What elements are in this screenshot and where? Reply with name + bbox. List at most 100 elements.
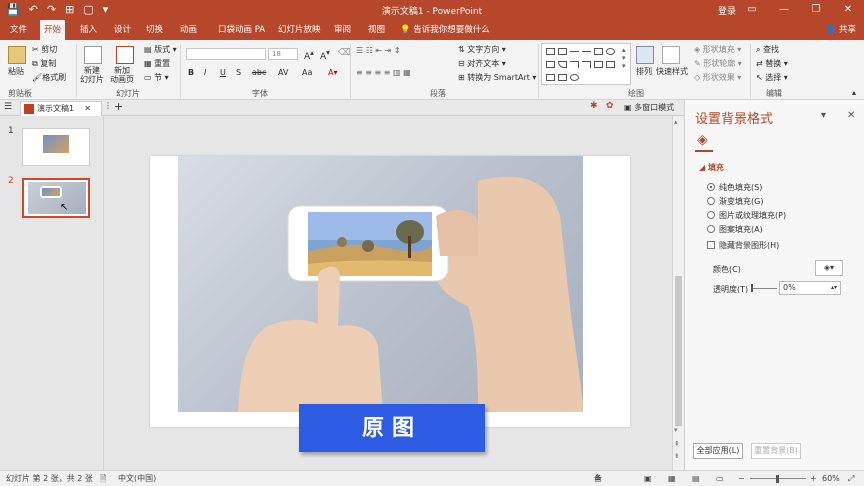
zoom-out-icon[interactable]: − [738,471,745,486]
layout-button[interactable]: ▤ 版式 ▾ [144,44,177,55]
grow-font-icon[interactable]: A▴ [304,48,314,62]
tab-file[interactable]: 文件 [6,20,31,40]
shape-outline-button[interactable]: ✎ 形状轮廓 ▾ [694,58,742,69]
next-slide-icon[interactable]: ⇟ [674,452,680,460]
color-picker-button[interactable]: ◈▾ [815,260,843,276]
new-tab-icon[interactable]: + [114,100,123,113]
shape-down-arrow-icon[interactable] [606,61,615,68]
align-text-button[interactable]: ⊟ 对齐文本 ▾ [458,58,506,69]
login-link[interactable]: 登录 [718,4,736,17]
shape-elbow-icon[interactable] [570,61,579,68]
replace-button[interactable]: ⇄ 替换 ▾ [756,58,788,69]
change-case-button[interactable]: Aa [302,68,312,77]
shape-triangle-icon[interactable] [558,61,567,68]
shape-brace2-icon[interactable] [558,74,567,81]
close-tab-icon[interactable]: ✕ [84,102,91,115]
select-button[interactable]: ↖ 选择 ▾ [756,72,788,83]
shape-arrow-icon[interactable] [582,51,591,52]
strikethrough-button[interactable]: abc [252,68,266,77]
quick-styles-button[interactable]: 快速样式 [656,66,688,77]
slideshow-icon[interactable]: ▭ [716,471,724,486]
new-animation-page-icon[interactable] [116,46,134,64]
slide-sorter-icon[interactable]: ▦ [668,471,676,486]
tab-view[interactable]: 视图 [364,20,389,40]
slide-photo[interactable] [178,156,583,412]
radio[interactable] [707,225,715,233]
apply-to-all-button[interactable]: 全部应用(L) [693,443,743,459]
align-icons[interactable]: ≡ ≡ ≡ ≡ ▥ ▦ [356,68,411,77]
radio[interactable] [707,211,715,219]
tab-transitions[interactable]: 切换 [142,20,167,40]
font-name-input[interactable] [186,48,266,60]
shape-oval-icon[interactable] [606,48,615,55]
vertical-scrollbar[interactable]: ▴ ▾ ⇞ ⇟ [672,116,684,470]
shape-star-icon[interactable] [570,74,579,81]
scroll-down-icon[interactable]: ▾ [674,426,678,434]
cut-button[interactable]: ✂ 剪切 [32,44,57,55]
restore-icon[interactable]: ❐ [800,0,832,20]
shape-fill-button[interactable]: ◈ 形状填充 ▾ [694,44,741,55]
copy-button[interactable]: ⧉ 复制 [32,58,56,69]
paste-icon[interactable] [8,46,26,64]
smartart-button[interactable]: ⊞ 转换为 SmartArt ▾ [458,72,536,83]
slide-thumbnail-1[interactable] [22,128,90,166]
tab-more-icon[interactable]: ⋮ [104,101,112,110]
shape-rect-icon[interactable] [594,48,603,55]
tab-animations[interactable]: 动画 [176,20,201,40]
shape-line-icon[interactable] [570,51,579,52]
shadow-button[interactable]: S [236,68,241,77]
addin-icon[interactable]: ✱ [590,101,598,111]
shape-effect-button[interactable]: ◇ 形状效果 ▾ [694,72,741,83]
gallery-more-icon[interactable]: ▴ ▾ ▾ [622,46,626,70]
slide-thumbnail-2[interactable]: ↖ [22,178,90,218]
new-slide-button[interactable]: 新建 幻灯片 [80,66,104,84]
settings-icon[interactable]: ✿ [606,101,614,111]
fill-icon[interactable]: ◈ [697,132,708,148]
solid-fill-option[interactable]: 纯色填充(S) [707,182,762,193]
minimize-icon[interactable]: — [768,0,800,20]
spinner-icon[interactable]: ▴▾ [831,282,837,294]
scroll-thumb[interactable] [675,276,682,426]
italic-button[interactable]: I [204,68,206,77]
doc-list-icon[interactable]: ☰ [4,102,12,112]
slider-handle[interactable] [751,284,753,292]
font-color-icon[interactable]: A▾ [328,68,338,77]
close-icon[interactable]: ✕ [832,0,864,20]
reset-background-button[interactable]: 重置背景(B) [751,443,801,459]
underline-button[interactable]: U [220,68,226,77]
gradient-fill-option[interactable]: 渐变填充(G) [707,196,763,207]
tab-slideshow[interactable]: 幻灯片放映 [274,20,325,40]
find-button[interactable]: ⌕ 查找 [756,44,779,55]
shrink-font-icon[interactable]: A▾ [320,48,330,62]
reset-button[interactable]: ▦ 重置 [144,58,170,69]
format-painter-button[interactable]: 🖌格式刷 [32,72,66,83]
share-button[interactable]: 👤 共享 [826,20,856,40]
char-spacing-button[interactable]: AV [278,68,288,77]
quick-styles-icon[interactable] [662,46,680,64]
prev-slide-icon[interactable]: ⇞ [674,440,680,448]
transparency-input[interactable]: 0% ▴▾ [779,281,841,295]
document-tab[interactable]: 演示文稿1 ✕ [20,101,102,116]
checkbox[interactable] [707,241,715,249]
picture-fill-option[interactable]: 图片或纹理填充(P) [707,210,786,221]
shape-gallery[interactable]: ▴ ▾ ▾ [541,43,631,85]
radio[interactable] [707,183,715,191]
paste-button[interactable]: 粘贴 [8,66,24,77]
new-slide-icon[interactable] [84,46,102,64]
shape-elbow2-icon[interactable] [582,61,591,68]
tab-review[interactable]: 审阅 [330,20,355,40]
slide[interactable]: 原图 [150,156,630,452]
zoom-in-icon[interactable]: + [810,471,817,486]
shape-right-arrow-icon[interactable] [594,61,603,68]
tab-insert[interactable]: 插入 [76,20,101,40]
collapse-ribbon-icon[interactable]: ▴ [852,88,856,97]
pane-options-icon[interactable]: ▾ [821,110,826,121]
bullets-icon[interactable]: ☰ ☷ ⇤ ⇥ ↕ [356,46,401,55]
reading-view-icon[interactable]: ▤ [692,471,700,486]
fit-to-window-icon[interactable]: ⤢ [848,471,854,486]
bold-button[interactable]: B [188,68,194,77]
shape-textbox-v-icon[interactable] [558,48,567,55]
zoom-slider-handle[interactable] [776,475,779,483]
slide-caption[interactable]: 原图 [299,404,485,452]
ribbon-display-icon[interactable]: ▭ [736,0,768,20]
